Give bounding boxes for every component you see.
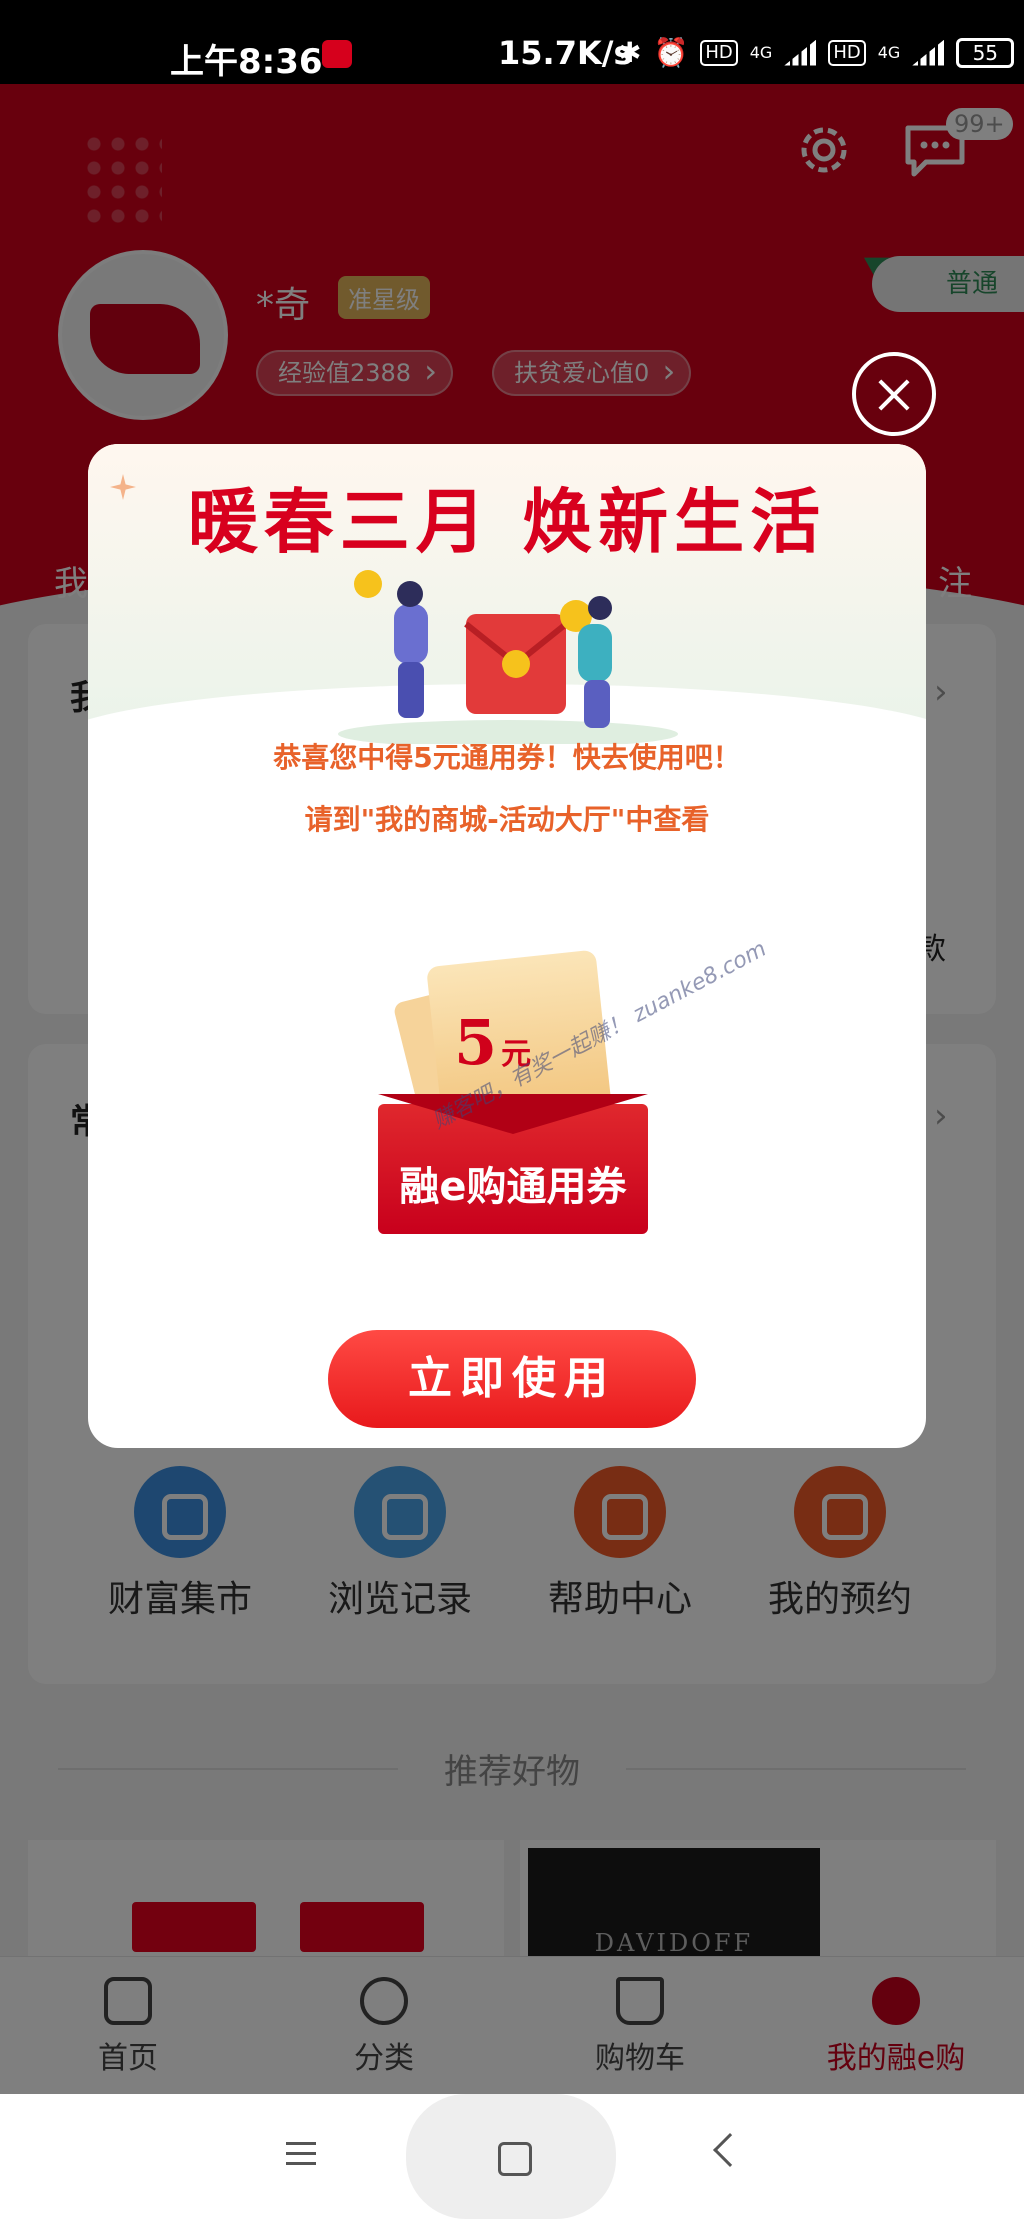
home-button[interactable] bbox=[406, 2094, 616, 2219]
bluetooth-icon: ✱ bbox=[618, 36, 642, 69]
celebration-illustration bbox=[338, 570, 678, 744]
status-bar: 上午8:36 15.7K/s ✱ ⏰ HD 4G HD 4G 55 bbox=[0, 0, 1024, 84]
red-envelope: 融e购通用券 bbox=[378, 1104, 648, 1234]
alarm-icon: ⏰ bbox=[653, 36, 689, 69]
system-nav-bar bbox=[0, 2094, 1024, 2219]
network-speed: 15.7K/s bbox=[498, 34, 633, 72]
hd-icon-2: HD bbox=[828, 39, 866, 66]
network-type-2: 4G bbox=[877, 43, 901, 62]
signal-icon bbox=[784, 39, 817, 66]
signal-icon-2 bbox=[912, 39, 945, 66]
back-icon[interactable] bbox=[713, 2133, 747, 2167]
coupon-amount-value: 5 bbox=[454, 1006, 498, 1079]
app-notification-icon bbox=[322, 40, 352, 68]
status-time: 上午8:36 bbox=[170, 42, 323, 82]
coupon-name: 融e购通用券 bbox=[399, 1164, 627, 1210]
hd-icon: HD bbox=[700, 39, 738, 66]
recent-apps-icon[interactable] bbox=[286, 2142, 316, 2166]
congrats-text: 恭喜您中得5元通用券！快去使用吧！ bbox=[273, 741, 741, 774]
status-icons: ✱ ⏰ HD 4G HD 4G 55 bbox=[618, 36, 1015, 69]
battery-icon: 55 bbox=[956, 37, 1015, 68]
coupon-graphic: 5元 融e购通用券 赚客吧，有奖一起赚！ zuanke8.com bbox=[378, 937, 771, 1244]
popup-title: 暖春三月 焕新生活 bbox=[187, 480, 827, 563]
location-hint: 请到"我的商城-活动大厅"中查看 bbox=[304, 803, 710, 836]
use-now-button[interactable]: 立即使用 bbox=[328, 1330, 696, 1428]
close-icon[interactable] bbox=[852, 352, 936, 436]
network-type: 4G bbox=[749, 43, 773, 62]
coupon-popup: 暖春三月 焕新生活 恭喜您中得5元通用券！快去使用吧！ 请到"我的商城-活动大厅… bbox=[88, 444, 926, 1448]
